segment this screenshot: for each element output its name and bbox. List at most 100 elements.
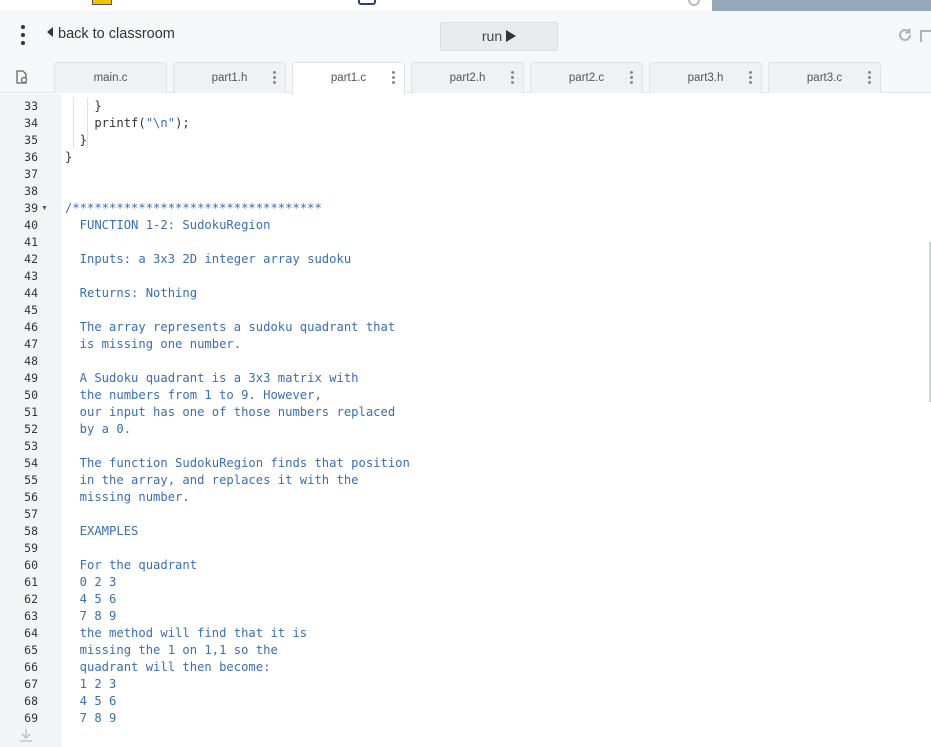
code-line: our input has one of those numbers repla… bbox=[65, 405, 396, 419]
line-number: 42 bbox=[24, 252, 38, 266]
code-line: } bbox=[65, 133, 88, 147]
tab-menu-icon[interactable] bbox=[273, 71, 276, 86]
tab-menu-icon[interactable] bbox=[749, 71, 752, 86]
line-number: 59 bbox=[24, 541, 38, 555]
play-icon bbox=[506, 30, 517, 42]
indent-guide bbox=[73, 98, 74, 149]
top-banner-strip bbox=[0, 0, 931, 11]
line-number: 55 bbox=[24, 473, 38, 487]
tab-label: part2.h bbox=[449, 72, 486, 84]
line-number: 61 bbox=[24, 575, 38, 589]
tab-menu-icon[interactable] bbox=[392, 71, 395, 86]
code-line: by a 0. bbox=[65, 422, 132, 436]
code-line: 7 8 9 bbox=[65, 711, 117, 725]
tab-part3-c[interactable]: part3.c bbox=[768, 62, 881, 93]
tab-menu-icon[interactable] bbox=[868, 71, 871, 86]
back-to-classroom-link[interactable]: back to classroom bbox=[47, 26, 175, 42]
line-number: 69 bbox=[24, 711, 38, 725]
tab-label: main.c bbox=[93, 72, 128, 84]
line-number: 62 bbox=[24, 592, 38, 606]
fold-toggle-icon[interactable]: ▼ bbox=[41, 205, 48, 212]
code-line: Returns: Nothing bbox=[65, 286, 198, 300]
code-line: } bbox=[65, 150, 73, 164]
line-number: 46 bbox=[24, 320, 38, 334]
line-number: 45 bbox=[24, 303, 38, 317]
tab-part1-c[interactable]: part1.c bbox=[292, 62, 405, 95]
line-number: 64 bbox=[24, 626, 38, 640]
code-line: The function SudokuRegion finds that pos… bbox=[65, 456, 410, 470]
help-icon bbox=[688, 0, 700, 6]
code-line: The array represents a sudoku quadrant t… bbox=[65, 320, 396, 334]
tab-part3-h[interactable]: part3.h bbox=[649, 62, 762, 93]
line-number: 65 bbox=[24, 643, 38, 657]
code-line: 4 5 6 bbox=[65, 592, 117, 606]
line-number: 47 bbox=[24, 337, 38, 351]
tab-menu-icon[interactable] bbox=[511, 71, 514, 86]
line-number: 48 bbox=[24, 354, 38, 368]
indent-guide bbox=[87, 98, 88, 149]
tab-label: part1.h bbox=[211, 72, 248, 84]
line-number: 41 bbox=[24, 235, 38, 249]
file-tabs: main.c part1.h part1.c part2.h part2.c part3.… bbox=[0, 61, 931, 95]
tab-part2-h[interactable]: part2.h bbox=[411, 62, 524, 93]
back-arrow-icon bbox=[47, 27, 53, 37]
run-button[interactable]: run bbox=[440, 22, 558, 51]
editor-toolbar: back to classroom run bbox=[0, 11, 931, 61]
refresh-icon[interactable] bbox=[897, 27, 913, 43]
line-number: 44 bbox=[24, 286, 38, 300]
expand-icon[interactable] bbox=[920, 30, 931, 42]
back-link-label: back to classroom bbox=[58, 26, 175, 42]
top-action-bar[interactable] bbox=[712, 0, 931, 11]
code-editor[interactable]: 33 } 34 printf("\n"); 35 } 36} 37 38 39 ▼ /*****… bbox=[0, 94, 931, 747]
line-number: 56 bbox=[24, 490, 38, 504]
code-line: 4 5 6 bbox=[65, 694, 117, 708]
share-icon bbox=[92, 0, 112, 5]
code-line: missing number. bbox=[65, 490, 190, 504]
download-icon[interactable] bbox=[18, 727, 34, 743]
tab-part1-h[interactable]: part1.h bbox=[173, 62, 286, 93]
code-line: missing the 1 on 1,1 so the bbox=[65, 643, 278, 657]
code-line: 1 2 3 bbox=[65, 677, 117, 691]
code-line: EXAMPLES bbox=[65, 524, 139, 538]
code-line: 7 8 9 bbox=[65, 609, 117, 623]
tab-menu-icon[interactable] bbox=[630, 71, 633, 86]
code-line: FUNCTION 1-2: SudokuRegion bbox=[65, 218, 271, 232]
line-number: 52 bbox=[24, 422, 38, 436]
tab-label: part3.h bbox=[687, 72, 724, 84]
line-number: 50 bbox=[24, 388, 38, 402]
line-number: 58 bbox=[24, 524, 38, 538]
code-line: } bbox=[65, 99, 102, 113]
line-number: 40 bbox=[24, 218, 38, 232]
code-line: printf("\n"); bbox=[65, 116, 190, 130]
tab-main-c[interactable]: main.c bbox=[54, 62, 167, 93]
line-number: 51 bbox=[24, 405, 38, 419]
line-number: 60 bbox=[24, 558, 38, 572]
line-number: 68 bbox=[24, 694, 38, 708]
code-line: in the array, and replaces it with the bbox=[65, 473, 359, 487]
code-line: the numbers from 1 to 9. However, bbox=[65, 388, 322, 402]
line-number: 39 bbox=[24, 201, 38, 215]
more-menu-icon[interactable] bbox=[21, 25, 25, 47]
tab-label: part1.c bbox=[330, 72, 367, 84]
code-line: For the quadrant bbox=[65, 558, 198, 572]
code-line: A Sudoku quadrant is a 3x3 matrix with bbox=[65, 371, 359, 385]
line-number: 37 bbox=[24, 167, 38, 181]
line-number: 57 bbox=[24, 507, 38, 521]
line-number: 53 bbox=[24, 439, 38, 453]
run-button-label: run bbox=[481, 28, 503, 44]
line-number: 63 bbox=[24, 609, 38, 623]
tab-label: part3.c bbox=[806, 72, 843, 84]
code-line: is missing one number. bbox=[65, 337, 242, 351]
line-number: 35 bbox=[24, 133, 38, 147]
code-line: /********************************** bbox=[65, 201, 322, 215]
enhance-icon bbox=[358, 0, 376, 5]
code-line: the method will find that it is bbox=[65, 626, 308, 640]
new-file-icon[interactable] bbox=[14, 70, 28, 84]
line-number: 54 bbox=[24, 456, 38, 470]
code-line: Inputs: a 3x3 2D integer array sudoku bbox=[65, 252, 352, 266]
line-number: 49 bbox=[24, 371, 38, 385]
line-number: 36 bbox=[24, 150, 38, 164]
tab-part2-c[interactable]: part2.c bbox=[530, 62, 643, 93]
string-literal: "\n" bbox=[145, 116, 176, 130]
line-number: 33 bbox=[24, 99, 38, 113]
